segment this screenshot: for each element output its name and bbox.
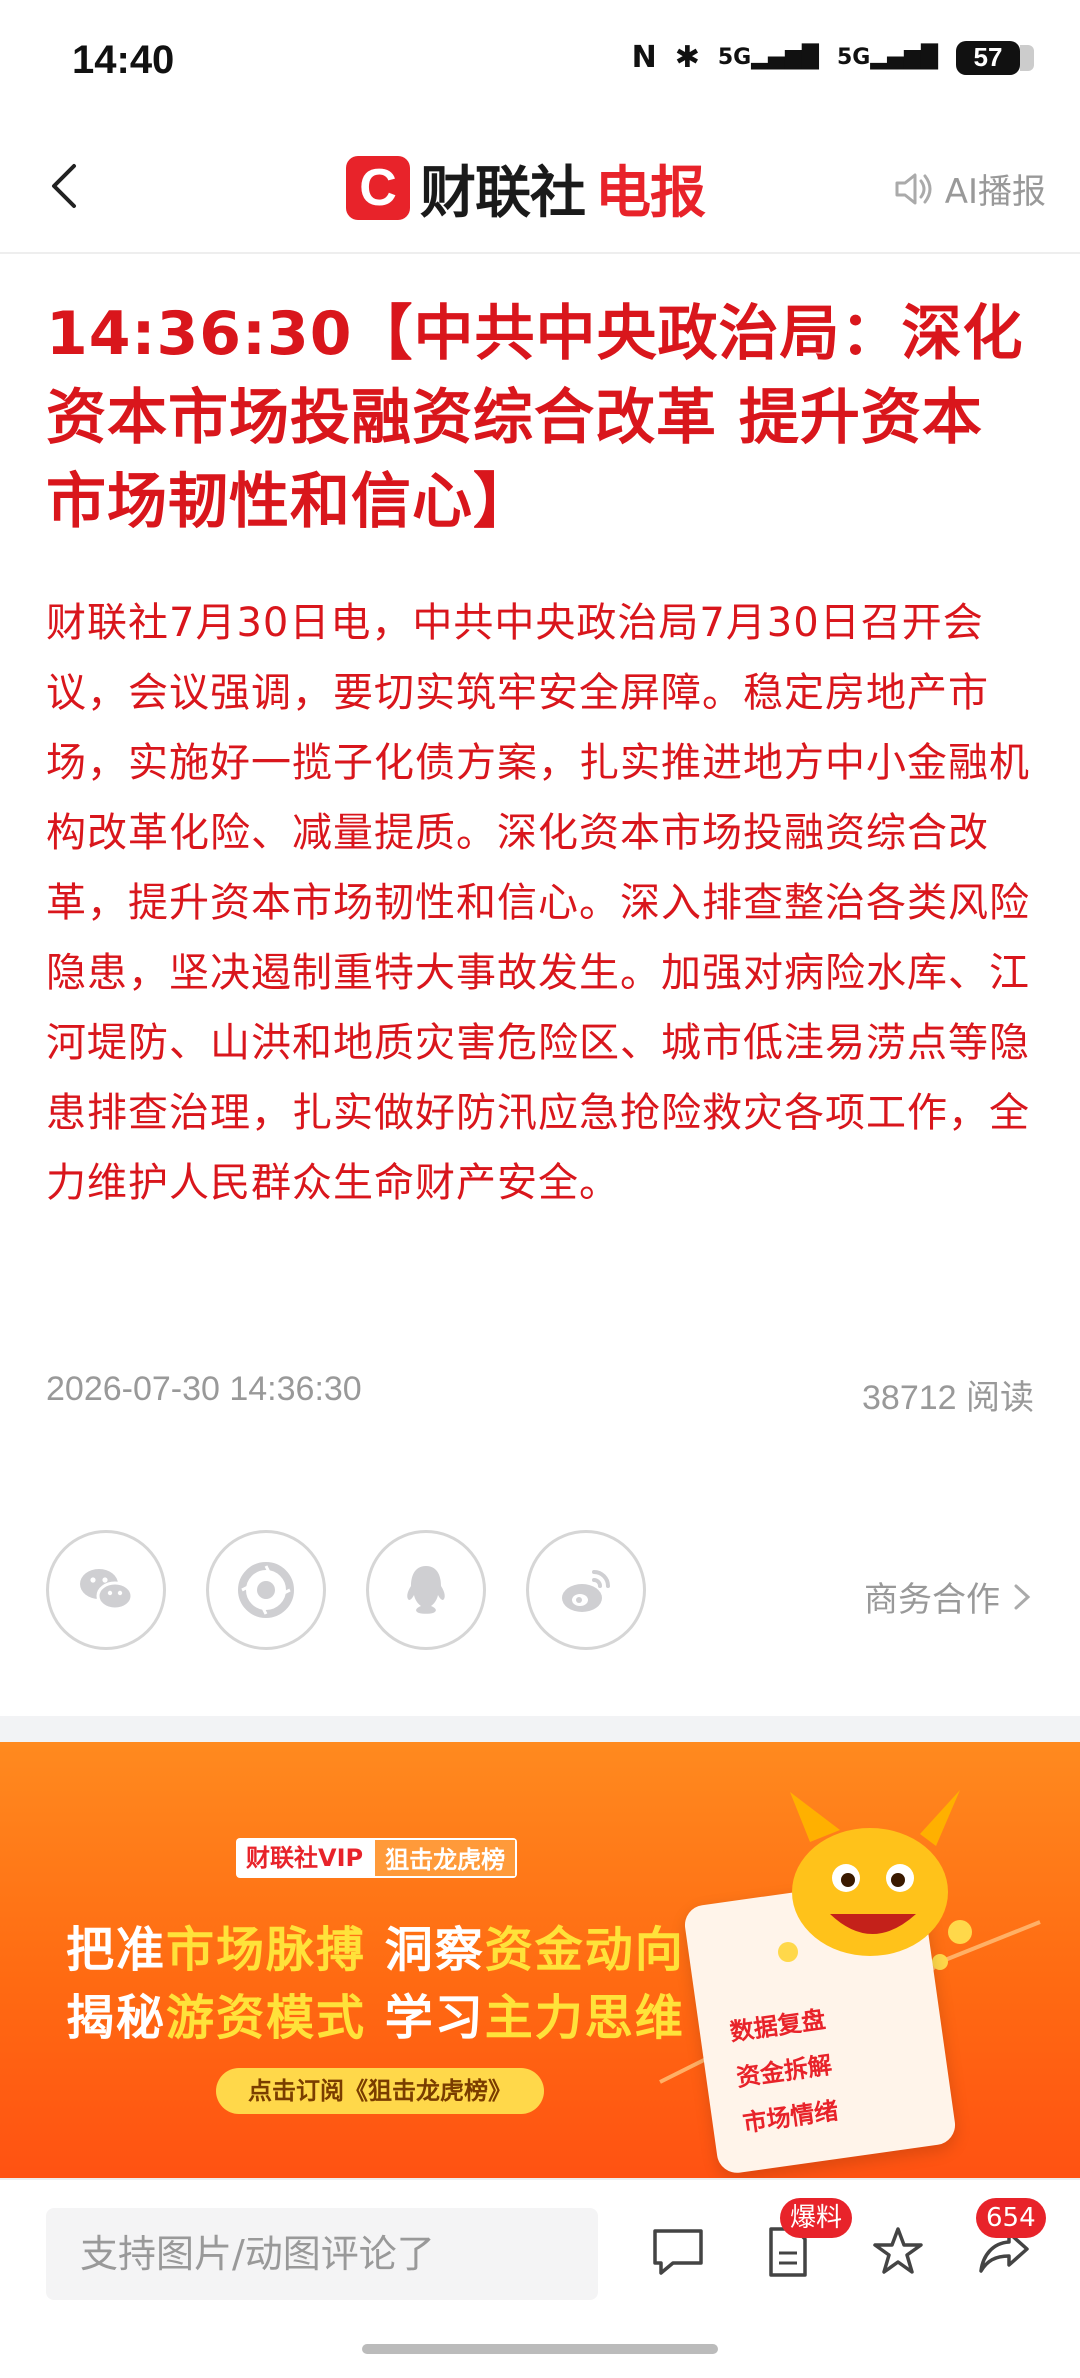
dragon-mascot-icon bbox=[778, 1790, 972, 1962]
cls-logo-icon: C bbox=[346, 156, 410, 220]
status-icons: N ✱ 5G▂▄▆█ 5G▂▄▆█ 57 bbox=[631, 40, 1034, 75]
wechat-icon bbox=[80, 1569, 134, 1611]
feature-item: 市场情绪 bbox=[741, 2096, 840, 2138]
brand-name: 财联社 bbox=[420, 160, 586, 226]
nfc-icon: N bbox=[631, 40, 657, 75]
moments-icon bbox=[238, 1562, 294, 1618]
chevron-right-icon bbox=[1014, 1584, 1031, 1609]
business-cooperation-label: 商务合作 bbox=[864, 1580, 1000, 1620]
banner-tag: 财联社VIP 狙击龙虎榜 bbox=[236, 1838, 518, 1878]
favorite-button[interactable] bbox=[866, 2220, 930, 2284]
brand-name-telegraph: 电报 bbox=[595, 160, 706, 226]
star-icon bbox=[873, 2227, 923, 2274]
signal-5g-icon: 5G▂▄▆█ bbox=[717, 45, 819, 70]
tip-off-badge: 爆料 bbox=[780, 2198, 853, 2238]
article-headline: 14:36:30【中共中央政治局：深化资本市场投融资综合改革 提升资本市场韧性和… bbox=[46, 299, 1024, 537]
top-nav-bar: C 财联社 电报 AI播报 bbox=[0, 120, 1080, 254]
home-indicator[interactable] bbox=[362, 2344, 718, 2354]
qq-icon bbox=[407, 1566, 445, 1614]
ai-broadcast-button[interactable]: AI播报 bbox=[891, 164, 1046, 213]
article-body: 财联社7月30日电，中共中央政治局7月30日召开会议，会议强调，要切实筑牢安全屏… bbox=[46, 600, 1030, 1206]
section-divider bbox=[0, 1716, 1080, 1742]
share-wechat-button[interactable] bbox=[46, 1530, 166, 1650]
share-moments-button[interactable] bbox=[206, 1530, 326, 1650]
status-time: 14:40 bbox=[72, 38, 175, 82]
banner-subscribe-button[interactable]: 点击订阅《狙击龙虎榜》 bbox=[216, 2068, 544, 2114]
status-bar: 14:40 N ✱ 5G▂▄▆█ 5G▂▄▆█ 57 bbox=[0, 0, 1080, 120]
comment-input[interactable]: 支持图片/动图评论了 bbox=[46, 2208, 598, 2300]
banner-headline-2: 揭秘游资模式 学习主力思维 bbox=[66, 1990, 685, 2046]
share-row bbox=[46, 1530, 646, 1650]
back-button[interactable] bbox=[38, 158, 94, 214]
publish-datetime: 2026-07-30 14:36:30 bbox=[46, 1370, 362, 1408]
chevron-left-icon bbox=[52, 164, 76, 208]
ai-broadcast-label: AI播报 bbox=[944, 172, 1046, 212]
banner-headline-1: 把准市场脉搏 洞察资金动向 bbox=[66, 1922, 685, 1978]
read-count: 38712 阅读 bbox=[862, 1379, 1034, 1417]
share-weibo-button[interactable] bbox=[526, 1530, 646, 1650]
banner-tag-vip: 财联社VIP bbox=[236, 1838, 374, 1878]
comments-button[interactable] bbox=[646, 2220, 710, 2284]
business-cooperation-link[interactable]: 商务合作 bbox=[864, 1572, 1034, 1621]
brand-logo: C 财联社 电报 bbox=[346, 150, 706, 226]
battery-icon: 57 bbox=[956, 40, 1034, 75]
vip-promo-banner[interactable]: 财联社VIP 狙击龙虎榜 把准市场脉搏 洞察资金动向 揭秘游资模式 学习主力思维… bbox=[0, 1742, 1080, 2178]
signal-5g-icon-2: 5G▂▄▆█ bbox=[836, 45, 938, 70]
bluetooth-icon: ✱ bbox=[674, 40, 700, 75]
comment-icon bbox=[653, 2229, 703, 2275]
share-qq-button[interactable] bbox=[366, 1530, 486, 1650]
weibo-icon bbox=[562, 1570, 610, 1612]
speaker-icon bbox=[895, 173, 932, 204]
feature-item: 资金拆解 bbox=[734, 2050, 834, 2092]
banner-tag-product: 狙击龙虎榜 bbox=[373, 1838, 518, 1878]
feature-item: 数据复盘 bbox=[728, 2005, 828, 2047]
share-count-badge: 654 bbox=[976, 2198, 1046, 2238]
